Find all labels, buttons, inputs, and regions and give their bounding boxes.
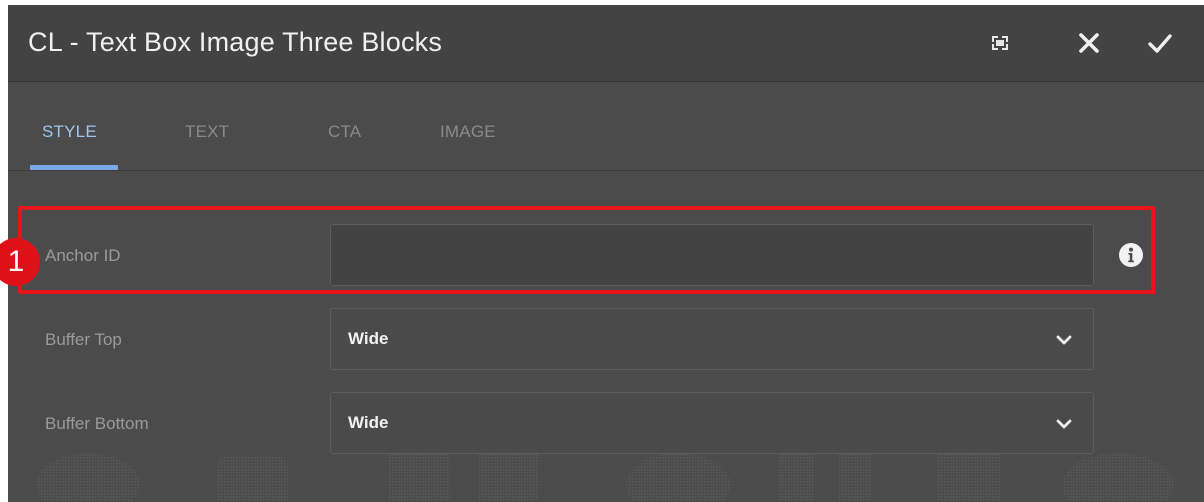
tab-style[interactable]: STYLE xyxy=(42,122,97,142)
checkmark-icon xyxy=(1148,34,1172,53)
chevron-down-icon xyxy=(1056,419,1072,429)
done-button[interactable] xyxy=(1142,25,1178,61)
tab-cta[interactable]: CTA xyxy=(328,122,361,142)
fullscreen-button[interactable] xyxy=(982,25,1018,61)
dialog-title: CL - Text Box Image Three Blocks xyxy=(28,27,443,57)
dialog-header: CL - Text Box Image Three Blocks xyxy=(8,5,1204,82)
annotation-highlight-box xyxy=(18,206,1155,294)
buffer-bottom-label: Buffer Bottom xyxy=(45,414,149,433)
close-icon xyxy=(1079,33,1099,53)
close-button[interactable] xyxy=(1071,25,1107,61)
watermark-graphic xyxy=(36,453,1174,502)
tab-text[interactable]: TEXT xyxy=(185,122,229,142)
active-tab-indicator xyxy=(30,165,118,170)
buffer-top-label: Buffer Top xyxy=(45,330,122,349)
fullscreen-icon xyxy=(992,36,1008,50)
buffer-top-value: Wide xyxy=(348,329,389,348)
buffer-top-select[interactable]: Wide xyxy=(330,308,1094,370)
tab-bar: STYLE TEXT CTA IMAGE xyxy=(8,82,1204,171)
tab-image[interactable]: IMAGE xyxy=(440,122,496,142)
chevron-down-icon xyxy=(1056,335,1072,345)
buffer-bottom-value: Wide xyxy=(348,413,389,432)
